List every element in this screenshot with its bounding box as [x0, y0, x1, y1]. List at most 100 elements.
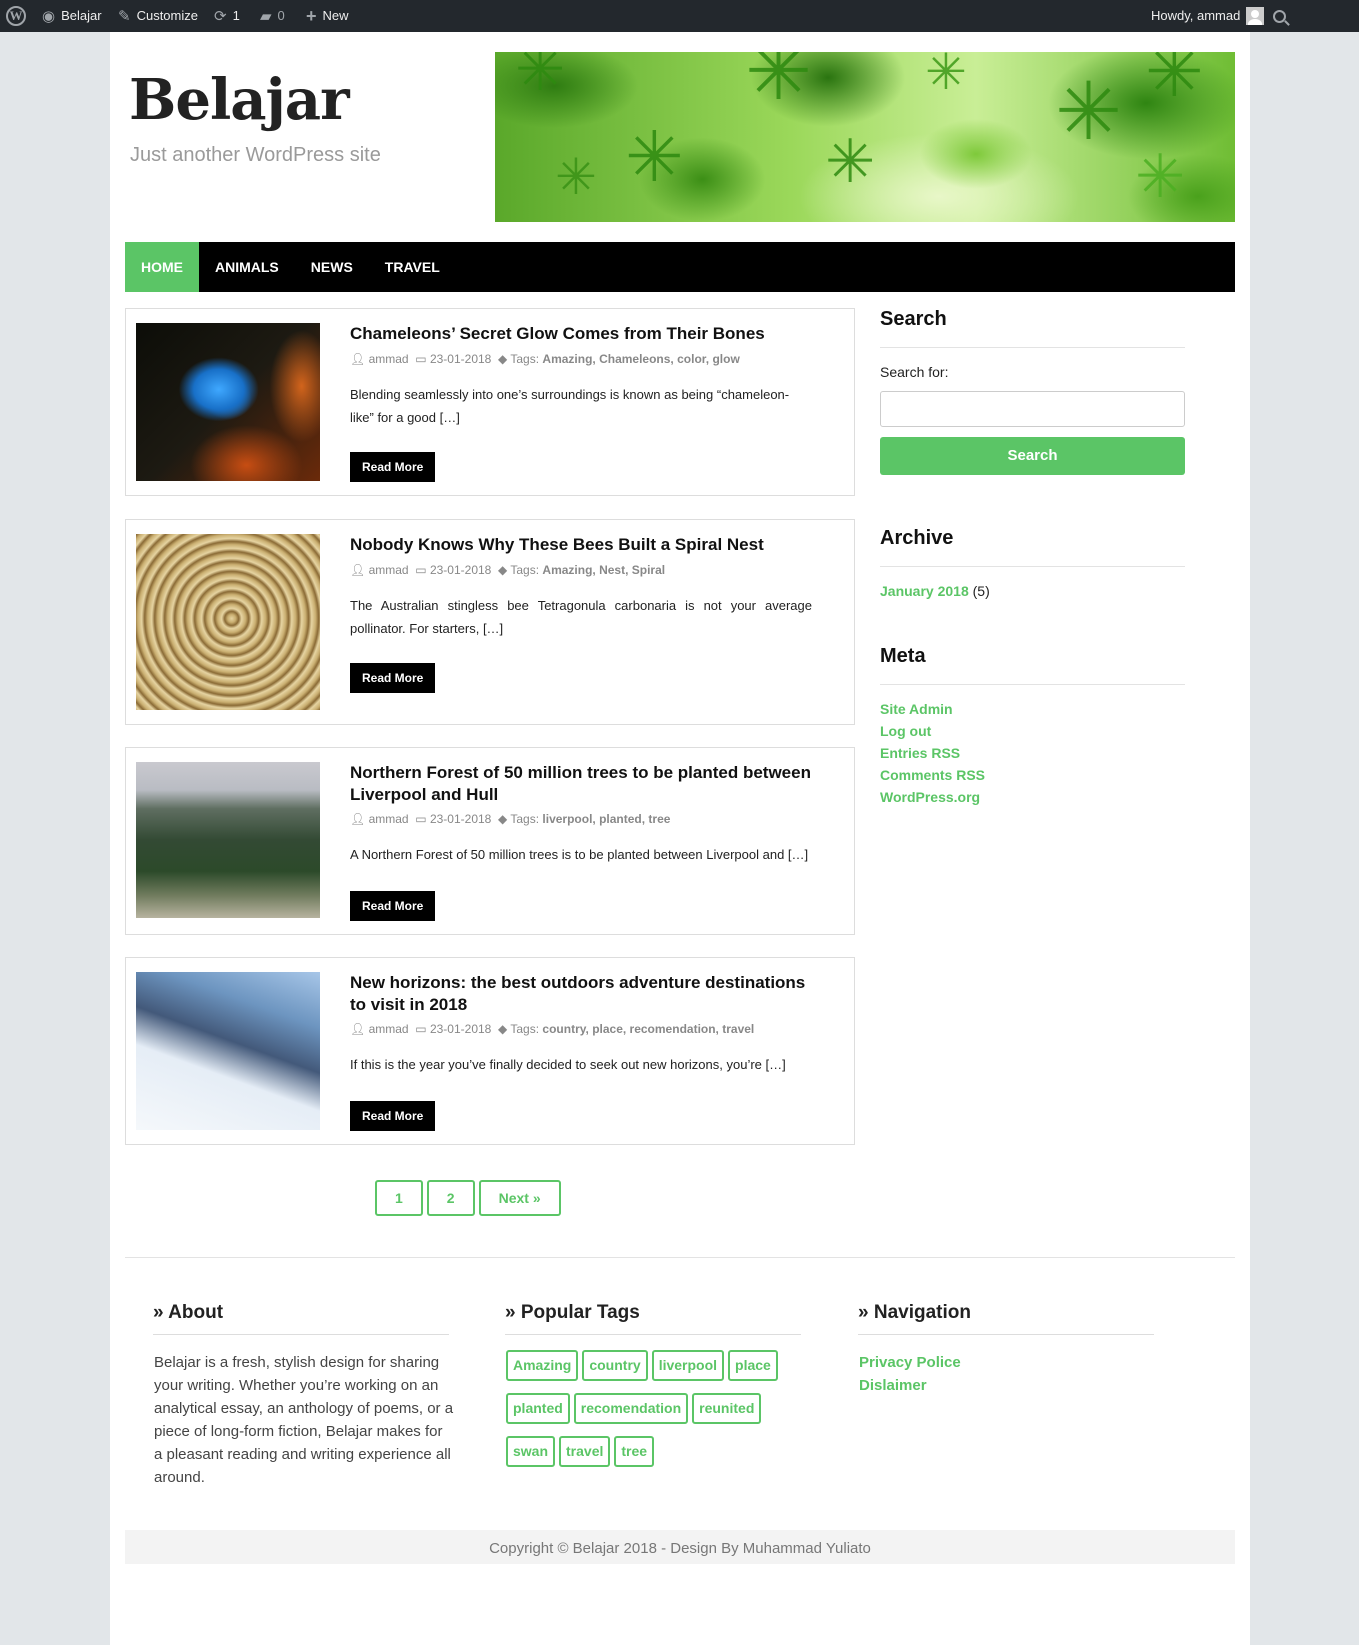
site-title[interactable]: Belajar [129, 67, 350, 133]
howdy-label: Howdy, ammad [1151, 8, 1241, 23]
page-2-link[interactable]: 2 [426, 1180, 475, 1216]
wordpress-logo-button[interactable]: W [6, 0, 26, 32]
meta-widget-title: Meta [880, 645, 1185, 685]
post-title[interactable]: Nobody Knows Why These Bees Built a Spir… [350, 534, 820, 556]
post-tags[interactable]: country, place, recomendation, travel [542, 1022, 754, 1036]
post-date: 23-01-2018 [429, 352, 492, 366]
tags-label: Tags: [510, 563, 540, 577]
site-name-button[interactable]: ◉ Belajar [42, 0, 102, 32]
leaf-icon: ✳ [1145, 52, 1204, 111]
leaf-icon: ✳ [515, 52, 566, 103]
archive-widget-title: Archive [880, 527, 1185, 567]
post-excerpt: Blending seamlessly into one’s surroundi… [350, 387, 790, 425]
tag-link[interactable]: recomendation [573, 1393, 689, 1424]
post-tags[interactable]: Amazing, Nest, Spiral [542, 563, 665, 577]
copyright: Copyright © Belajar 2018 - Design By Muh… [125, 1530, 1235, 1564]
tag-link[interactable]: tree [614, 1436, 655, 1467]
tag-icon: ◆ [498, 812, 508, 826]
tags-label: Tags: [510, 812, 540, 826]
post-author[interactable]: ammad [369, 563, 409, 577]
meta-link-site-admin[interactable]: Site Admin [880, 701, 953, 717]
meta-link-comments-rss[interactable]: Comments RSS [880, 767, 985, 783]
post-thumbnail[interactable] [136, 534, 320, 710]
post-author[interactable]: ammad [369, 1022, 409, 1036]
page-1-link[interactable]: 1 [375, 1180, 423, 1216]
my-account-button[interactable]: Howdy, ammad [1151, 0, 1265, 32]
new-content-button[interactable]: + New [306, 0, 349, 32]
leaf-icon: ✳ [925, 52, 967, 100]
navigation-title-label: Navigation [873, 1302, 971, 1323]
read-more-button[interactable]: Read More [350, 663, 436, 693]
customize-label: Customize [136, 8, 198, 23]
search-widget-title: Search [880, 308, 1185, 348]
search-button[interactable]: Search [880, 437, 1185, 475]
post-title[interactable]: Northern Forest of 50 million trees to b… [350, 762, 820, 806]
post-thumbnail[interactable] [136, 323, 320, 481]
post-excerpt: The Australian stingless bee Tetragonula… [350, 598, 812, 636]
tag-link[interactable]: swan [506, 1436, 556, 1467]
read-more-button[interactable]: Read More [350, 452, 436, 482]
post-author[interactable]: ammad [369, 812, 409, 826]
brush-icon: ✎ [118, 7, 131, 25]
meta-link-log-out[interactable]: Log out [880, 723, 931, 739]
dashboard-icon: ◉ [42, 7, 56, 25]
page-container: Belajar Just another WordPress site ✳ ✳ … [110, 32, 1250, 1645]
tag-icon: ◆ [498, 563, 508, 577]
user-icon: 👤︎ [350, 352, 366, 366]
post-title[interactable]: New horizons: the best outdoors adventur… [350, 972, 820, 1016]
tag-link[interactable]: Amazing [506, 1350, 579, 1381]
post-tags[interactable]: Amazing, Chameleons, color, glow [542, 352, 739, 366]
search-icon [1273, 9, 1286, 23]
search-input[interactable] [880, 391, 1185, 427]
tag-link[interactable]: place [728, 1350, 778, 1381]
archive-month-label: January 2018 [880, 583, 969, 599]
site-name-label: Belajar [61, 8, 102, 23]
updates-button[interactable]: ⟳ 1 [214, 0, 240, 32]
post-card: Northern Forest of 50 million trees to b… [125, 747, 855, 935]
leaf-icon: ✳ [555, 149, 597, 205]
archive-count: (5) [972, 583, 990, 599]
footer-link-privacy[interactable]: Privacy Police [859, 1354, 961, 1371]
post-excerpt: A Northern Forest of 50 million trees is… [350, 847, 809, 862]
double-chevron-icon: » [505, 1302, 516, 1323]
post-thumbnail[interactable] [136, 972, 320, 1130]
leaf-icon: ✳ [745, 52, 813, 116]
post-date: 23-01-2018 [429, 1022, 492, 1036]
updates-icon: ⟳ [214, 7, 227, 25]
double-chevron-icon: » [153, 1302, 164, 1323]
tag-icon: ◆ [498, 1022, 508, 1036]
tag-link[interactable]: planted [506, 1393, 570, 1424]
post-title[interactable]: Chameleons’ Secret Glow Comes from Their… [350, 323, 820, 345]
comments-button[interactable]: ▰ 0 [260, 0, 285, 32]
nav-item-travel[interactable]: TRAVEL [369, 242, 456, 292]
tag-link[interactable]: liverpool [651, 1350, 725, 1381]
user-icon: 👤︎ [350, 563, 366, 577]
post-tags[interactable]: liverpool, planted, tree [542, 812, 670, 826]
main-navigation: HOME ANIMALS NEWS TRAVEL [125, 242, 1235, 292]
read-more-button[interactable]: Read More [350, 1101, 436, 1131]
nav-item-home[interactable]: HOME [125, 242, 199, 292]
tags-label: Tags: [510, 352, 540, 366]
user-icon: 👤︎ [350, 1022, 366, 1036]
nav-item-news[interactable]: NEWS [295, 242, 369, 292]
next-page-link[interactable]: Next » [478, 1180, 561, 1216]
read-more-button[interactable]: Read More [350, 891, 436, 921]
archive-month-link[interactable]: January 2018 (5) [880, 583, 990, 599]
post-card: Chameleons’ Secret Glow Comes from Their… [125, 308, 855, 496]
meta-link-wordpress-org[interactable]: WordPress.org [880, 789, 980, 805]
post-author[interactable]: ammad [369, 352, 409, 366]
post-date: 23-01-2018 [429, 812, 492, 826]
footer-link-disclaimer[interactable]: Dislaimer [859, 1377, 927, 1394]
nav-item-animals[interactable]: ANIMALS [199, 242, 295, 292]
new-label: New [322, 8, 349, 23]
customize-button[interactable]: ✎ Customize [118, 0, 198, 32]
navigation-widget-title: » Navigation [858, 1302, 1154, 1335]
leaf-icon: ✳ [1135, 143, 1186, 210]
post-thumbnail[interactable] [136, 762, 320, 918]
tag-link[interactable]: reunited [692, 1393, 762, 1424]
admin-search-button[interactable] [1273, 0, 1286, 32]
about-title-label: About [168, 1302, 224, 1323]
tag-link[interactable]: travel [559, 1436, 611, 1467]
meta-link-entries-rss[interactable]: Entries RSS [880, 745, 960, 761]
tag-link[interactable]: country [582, 1350, 648, 1381]
